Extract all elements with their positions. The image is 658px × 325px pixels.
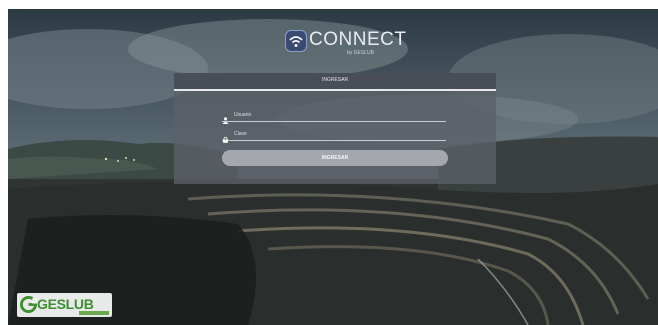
login-submit-button[interactable]: INGRESAR xyxy=(222,150,448,166)
screen: CONNECT by GESLUB INGRESAR Usuario INGRE… xyxy=(8,9,658,325)
geslub-footer-logo: GESLUB xyxy=(17,293,112,317)
footer-logo-text: GESLUB xyxy=(37,296,94,312)
password-field xyxy=(222,128,446,143)
lock-icon xyxy=(222,130,229,148)
username-field xyxy=(222,109,446,124)
panel-title: INGRESAR xyxy=(321,77,349,83)
brand-name: CONNECT xyxy=(309,29,407,50)
footer-logo-tagline-bar xyxy=(79,311,109,315)
username-input[interactable] xyxy=(234,109,434,120)
brand-logo: CONNECT by GESLUB xyxy=(285,29,407,63)
g-logo-icon xyxy=(20,296,37,318)
wifi-icon xyxy=(285,30,307,52)
brand-subtitle: by GESLUB xyxy=(347,50,374,56)
password-input[interactable] xyxy=(234,128,434,139)
user-icon xyxy=(222,111,229,129)
login-panel: INGRESAR INGRESAR xyxy=(174,73,496,184)
panel-header: INGRESAR xyxy=(174,73,496,91)
